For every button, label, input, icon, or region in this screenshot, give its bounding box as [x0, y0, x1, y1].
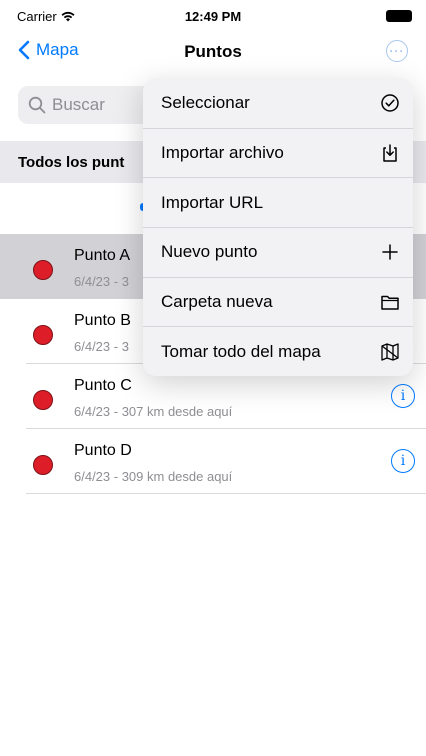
point-marker-icon: [33, 390, 53, 410]
page-title: Puntos: [184, 42, 242, 61]
point-subtitle: 6/4/23 - 307 km desde aquí: [74, 404, 233, 419]
navigation-bar: Mapa Puntos ···: [0, 34, 426, 74]
search-placeholder: Buscar: [52, 95, 105, 114]
point-marker-icon: [33, 325, 53, 345]
status-bar: Carrier 12:49 PM: [0, 0, 426, 30]
menu-item-label: Importar URL: [161, 192, 264, 212]
search-icon: [28, 96, 46, 114]
section-header-label: Todos los punt: [18, 153, 125, 171]
point-name: Punto D: [74, 442, 132, 459]
point-subtitle: 6/4/23 - 309 km desde aquí: [74, 469, 233, 484]
point-name: Punto C: [74, 377, 132, 394]
ellipsis-icon: ···: [389, 44, 405, 58]
more-options-button[interactable]: ···: [386, 40, 408, 62]
point-marker-icon: [33, 260, 53, 280]
divider: [26, 493, 426, 494]
menu-item-label: Seleccionar: [161, 92, 250, 112]
import-file-icon: [379, 142, 401, 164]
menu-item-import-file[interactable]: Importar archivo: [143, 127, 413, 178]
point-name: Punto B: [74, 312, 131, 329]
menu-item-new-folder[interactable]: Carpeta nueva: [143, 276, 413, 327]
menu-item-new-point[interactable]: Nuevo punto: [143, 226, 413, 277]
menu-item-label: Nuevo punto: [161, 242, 258, 262]
info-icon: i: [400, 453, 406, 469]
map-icon: [379, 341, 401, 363]
battery-icon: [386, 10, 412, 22]
checkmark-circle-icon: [379, 92, 401, 114]
info-icon: i: [400, 388, 406, 404]
plus-icon: [379, 241, 401, 263]
status-time: 12:49 PM: [184, 9, 242, 24]
list-item[interactable]: Punto D 6/4/23 - 309 km desde aquí i: [0, 429, 426, 494]
info-button[interactable]: i: [391, 449, 415, 473]
info-button[interactable]: i: [391, 384, 415, 408]
menu-item-label: Carpeta nueva: [161, 291, 273, 311]
point-name: Punto A: [74, 247, 131, 264]
menu-item-label: Importar archivo: [161, 142, 284, 162]
point-subtitle: 6/4/23 - 3: [74, 339, 129, 354]
menu-item-select[interactable]: Seleccionar: [143, 78, 413, 128]
point-subtitle: 6/4/23 - 3: [74, 274, 129, 289]
folder-icon: [379, 291, 401, 313]
menu-item-take-all-from-map[interactable]: Tomar todo del mapa: [143, 326, 413, 376]
point-marker-icon: [33, 455, 53, 475]
context-menu: Seleccionar Importar archivo Importar UR…: [143, 78, 413, 376]
menu-item-label: Tomar todo del mapa: [161, 341, 321, 361]
menu-item-import-url[interactable]: Importar URL: [143, 177, 413, 227]
